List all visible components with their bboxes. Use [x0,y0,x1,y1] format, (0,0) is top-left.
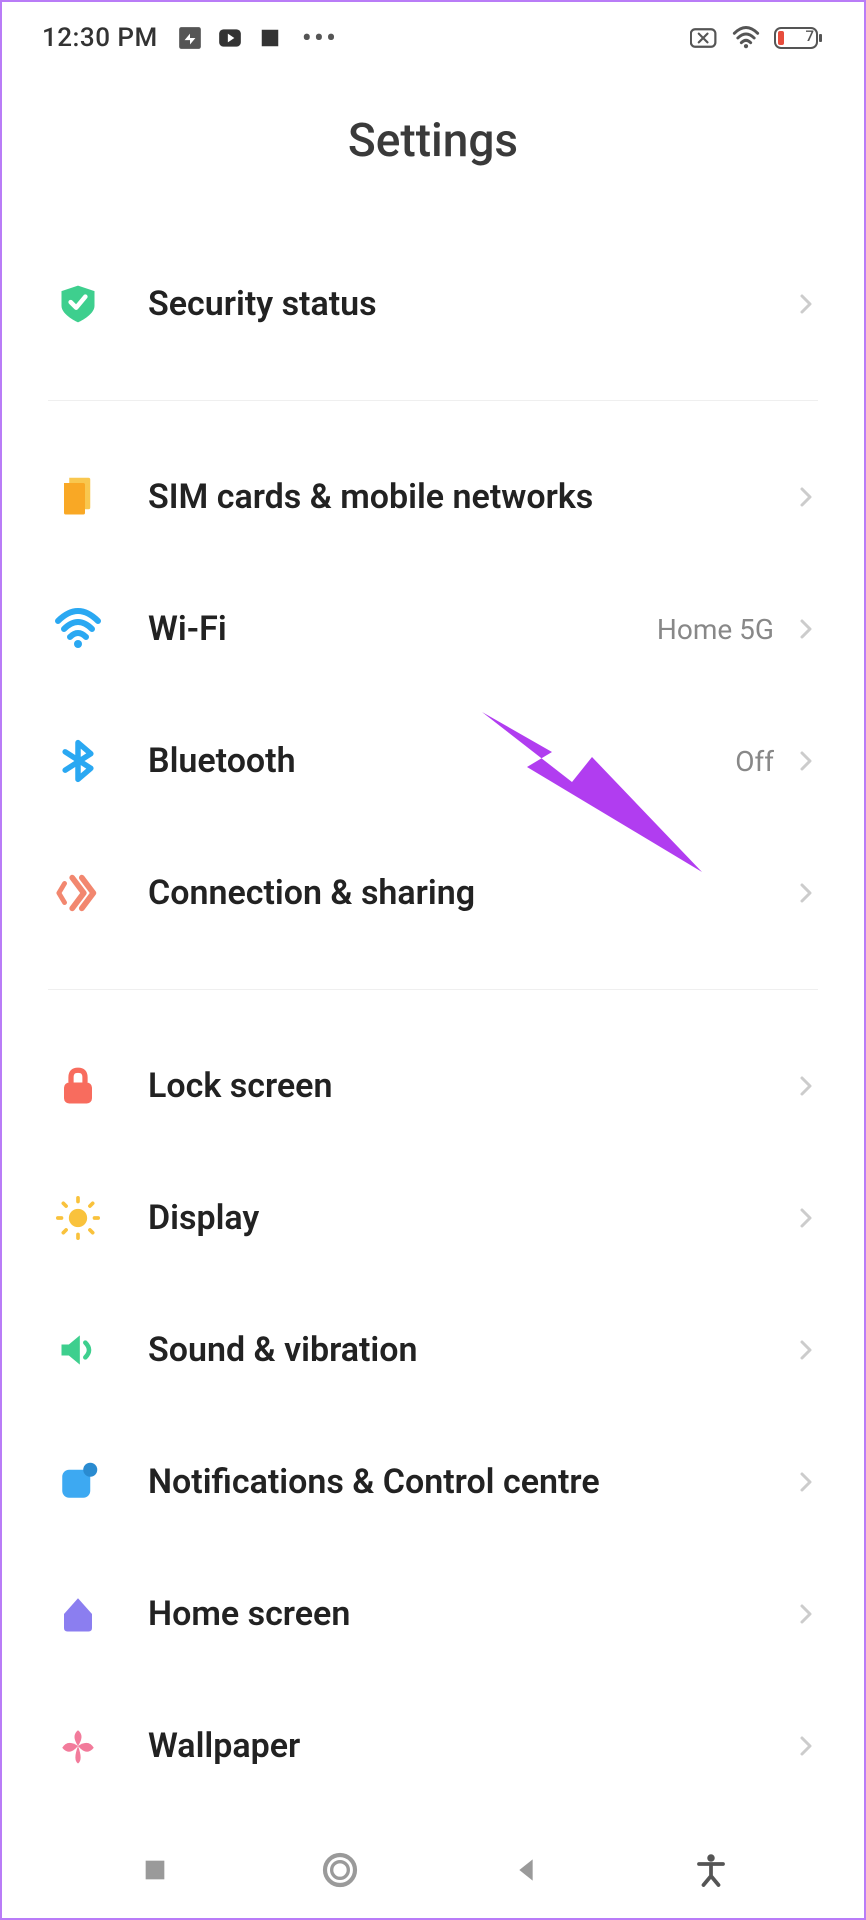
settings-item-wifi[interactable]: Wi-Fi Home 5G [2,563,864,695]
settings-item-label: Bluetooth [148,741,735,781]
page-title: Settings [2,114,864,168]
settings-item-wallpaper[interactable]: Wallpaper [2,1680,864,1812]
settings-item-label: Wallpaper [148,1726,794,1766]
settings-item-label: Lock screen [148,1066,794,1106]
chevron-right-icon [794,749,818,773]
square-icon [256,24,284,52]
nav-back-button[interactable] [499,1843,553,1897]
more-icon: ••• [302,21,338,56]
chevron-right-icon [794,292,818,316]
chevron-right-icon [794,617,818,641]
navigation-bar [2,1822,864,1918]
chevron-right-icon [794,1206,818,1230]
settings-item-label: Sound & vibration [148,1330,794,1370]
settings-item-label: Notifications & Control centre [148,1462,794,1502]
settings-item-label: SIM cards & mobile networks [148,477,794,517]
settings-item-security[interactable]: Security status [2,238,864,370]
transfer-icon [176,24,204,52]
battery-text: 7 [805,27,814,45]
settings-item-lock[interactable]: Lock screen [2,1020,864,1152]
chevron-right-icon [794,485,818,509]
flower-icon [48,1716,108,1776]
shield-check-icon [48,274,108,334]
home-icon [48,1584,108,1644]
nav-home-button[interactable] [313,1843,367,1897]
chevron-right-icon [794,1074,818,1098]
chevron-right-icon [794,881,818,905]
settings-item-display[interactable]: Display [2,1152,864,1284]
settings-item-label: Display [148,1198,794,1238]
wifi-icon [732,24,760,52]
settings-item-value: Off [735,745,774,778]
settings-item-label: Home screen [148,1594,794,1634]
settings-item-label: Security status [148,284,794,324]
settings-item-sound[interactable]: Sound & vibration [2,1284,864,1416]
settings-list: Security status SIM cards & mobile netwo… [2,238,864,1822]
sun-icon [48,1188,108,1248]
settings-item-bluetooth[interactable]: Bluetooth Off [2,695,864,827]
status-time: 12:30 PM [42,23,158,53]
settings-item-homescreen[interactable]: Home screen [2,1548,864,1680]
status-bar: 12:30 PM ••• [2,2,864,74]
nav-recent-button[interactable] [128,1843,182,1897]
bluetooth-icon [48,731,108,791]
divider [48,989,818,990]
sim-icon [48,467,108,527]
speaker-icon [48,1320,108,1380]
lock-icon [48,1056,108,1116]
wifi-icon [48,599,108,659]
connection-icon [48,863,108,923]
settings-item-connection[interactable]: Connection & sharing [2,827,864,959]
battery-icon: 7 [774,24,824,52]
settings-item-sim[interactable]: SIM cards & mobile networks [2,431,864,563]
chevron-right-icon [794,1602,818,1626]
notifications-icon [48,1452,108,1512]
divider [48,400,818,401]
chevron-right-icon [794,1470,818,1494]
settings-item-label: Wi-Fi [148,609,657,649]
page-header: Settings [2,74,864,238]
no-sim-icon [690,24,718,52]
chevron-right-icon [794,1338,818,1362]
nav-accessibility-button[interactable] [684,1843,738,1897]
settings-item-label: Connection & sharing [148,873,794,913]
settings-item-notifications[interactable]: Notifications & Control centre [2,1416,864,1548]
settings-item-value: Home 5G [657,613,774,646]
youtube-icon [216,24,244,52]
chevron-right-icon [794,1734,818,1758]
